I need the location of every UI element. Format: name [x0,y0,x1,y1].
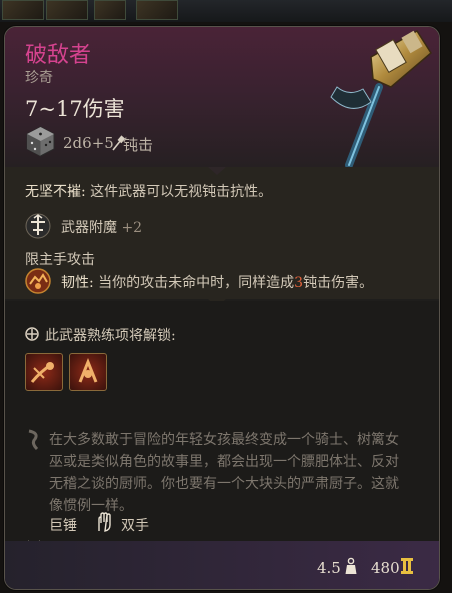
hotbar-slot-4[interactable] [136,0,178,20]
weapon-type: 巨锤 [49,518,77,534]
dice-icon [26,126,55,157]
weapon-enchant-icon [25,213,51,239]
tenacity-desc-pre: 当你的攻击未命中时，同样造成 [98,275,295,291]
tenacity-value: 3 [294,275,304,291]
gold-coin-icon [401,558,413,574]
unyielding-name: 无坚不摧: [25,184,86,200]
enchant-label: 武器附魔 [61,220,117,236]
item-rarity: 珍奇 [25,70,53,86]
item-damage: 7~17伤害 [25,97,125,121]
prof-action-2-icon[interactable] [69,353,107,391]
enchant-line: 武器附魔 +2 [61,217,142,237]
lore-icon [28,429,39,451]
proficiency-section: 此武器熟练项将解锁: 在大多数敢于冒险的年轻女孩最终变成一个骑士、树篱女巫或是类… [5,301,439,558]
warhammer-item-icon [330,29,432,167]
hotbar-slot-1[interactable] [2,0,44,20]
proficiency-title: 此武器熟练项将解锁: [45,328,176,344]
weight-icon [345,557,357,574]
tooltip-header: 破敌者 珍奇 7~17伤害 2d6+5 钝击 [5,27,439,167]
damage-type: 钝击 [123,136,154,154]
proficiency-icon [25,327,39,341]
flavor-text: 在大多数敢于冒险的年轻女孩最终变成一个骑士、树篱女巫或是类似角色的故事里，都会出… [49,432,399,514]
item-price: 480 [371,559,400,577]
item-name: 破敌者 [25,43,92,68]
unyielding-desc: 这件武器可以无视钝击抗性。 [90,184,273,200]
tenacity-icon [25,268,51,294]
handedness: 双手 [121,518,149,534]
prof-action-1-icon[interactable] [25,353,63,391]
two-handed-icon [98,512,111,532]
tenacity-name: 韧性: [61,275,94,291]
mainhand-only: 限主手攻击 [25,252,95,268]
damage-dice: 2d6+5 [63,134,114,152]
tenacity-passive: 韧性: 当你的攻击未命中时，同样造成3钝击伤害。 [61,272,373,292]
section-divider [208,167,226,175]
item-tooltip: 破敌者 珍奇 7~17伤害 2d6+5 钝击 无坚不摧: 这件武器可以无视钝击抗… [4,26,440,590]
unyielding-passive: 无坚不摧: 这件武器可以无视钝击抗性。 [25,181,272,201]
item-weight: 4.5 [317,559,341,577]
tenacity-desc-post: 钝击伤害。 [303,275,374,291]
enchant-value: +2 [121,220,143,236]
tooltip-footer: 4.5 480 [5,541,439,589]
hotbar-slot-2[interactable] [46,0,88,20]
properties-section: 无坚不摧: 这件武器可以无视钝击抗性。 武器附魔 +2 限主手攻击 韧性: 当你… [5,167,439,299]
hotbar-strip [0,0,452,22]
hotbar-slot-3[interactable] [94,0,126,20]
